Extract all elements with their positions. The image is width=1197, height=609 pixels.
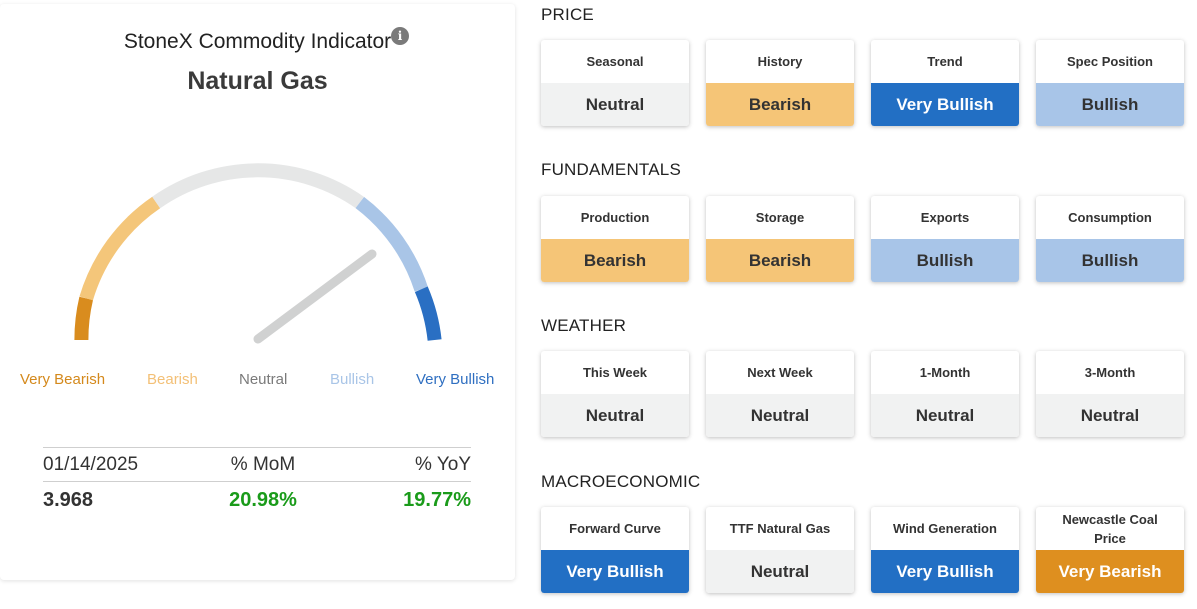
tile-label: Trend [927,54,963,69]
tile-value: Bearish [706,239,854,282]
tile-1-month[interactable]: 1-Month Neutral [871,351,1019,437]
tile-label: Wind Generation [893,521,997,536]
tile-label: TTF Natural Gas [729,521,831,536]
gauge-needle [253,249,377,344]
stats-mom-value: 20.98% [229,488,297,511]
tile-value: Neutral [706,394,854,437]
tile-value: Neutral [871,394,1019,437]
gauge-segment-bearish [79,196,161,301]
tile-value: Neutral [706,550,854,593]
tile-label: Next Week [747,365,813,380]
tile-newcastle-coal-price[interactable]: Newcastle Coal Price Very Bearish [1036,507,1184,593]
tile-storage[interactable]: Storage Bearish [706,196,854,282]
tile-value: Bullish [1036,239,1184,282]
tile-value: Bearish [706,83,854,126]
tile-consumption[interactable]: Consumption Bullish [1036,196,1184,282]
tile-value: Bullish [1036,83,1184,126]
stats-price: 3.968 [43,488,94,511]
gauge-label-very-bearish: Very Bearish [20,371,106,388]
tile-label: History [757,54,803,69]
stats-values-row: 3.968 20.98% 19.77% [43,482,471,518]
tile-3-month[interactable]: 3-Month Neutral [1036,351,1184,437]
gauge-segment-very-bullish [414,286,442,341]
tile-label: 1-Month [919,365,971,380]
tile-seasonal[interactable]: Seasonal Neutral [541,40,689,126]
tile-value: Very Bullish [541,550,689,593]
tile-value: Neutral [541,83,689,126]
tile-this-week[interactable]: This Week Neutral [541,351,689,437]
gauge-label-very-bullish: Very Bullish [416,371,495,388]
tile-wind-generation[interactable]: Wind Generation Very Bullish [871,507,1019,593]
tile-production[interactable]: Production Bearish [541,196,689,282]
tile-label: This Week [582,365,648,380]
section-title-weather: WEATHER [541,316,627,335]
tile-next-week[interactable]: Next Week Neutral [706,351,854,437]
price-stats: 01/14/2025 % MoM % YoY 3.968 20.98% 19.7… [43,447,471,518]
gauge-label-neutral: Neutral [239,371,288,388]
tile-trend[interactable]: Trend Very Bullish [871,40,1019,126]
gauge-segment-bullish [355,196,428,292]
tile-label: Storage [755,210,805,225]
tile-label: Consumption [1068,210,1152,225]
tile-value: Very Bullish [871,83,1019,126]
gauge-segment-neutral [152,163,364,209]
tile-label: Newcastle Coal Price [1062,511,1158,546]
gauge-label-bearish: Bearish [147,371,198,388]
tile-spec-position[interactable]: Spec Position Bullish [1036,40,1184,126]
tile-value: Bullish [871,239,1019,282]
tile-label: Spec Position [1067,54,1153,69]
gauge-label-bullish: Bullish [330,371,375,388]
tile-label: Exports [920,210,970,225]
tile-label: 3-Month [1084,365,1136,380]
stats-mom-label: % MoM [230,453,296,475]
stats-yoy-value: 19.77% [403,488,471,511]
indicator-card: StoneX Commodity Indicator i Natural Gas… [0,4,515,580]
tile-label: Forward Curve [569,521,661,536]
tile-label: Seasonal [586,54,644,69]
tile-exports[interactable]: Exports Bullish [871,196,1019,282]
section-title-macroeconomic: MACROECONOMIC [541,472,701,491]
tile-forward-curve[interactable]: Forward Curve Very Bullish [541,507,689,593]
stats-date: 01/14/2025 [43,453,139,475]
tile-value: Bearish [541,239,689,282]
tile-value: Neutral [1036,394,1184,437]
gauge-segment-very-bearish [74,296,94,341]
stats-header-row: 01/14/2025 % MoM % YoY [43,448,471,481]
tile-value: Very Bullish [871,550,1019,593]
tile-ttf-natural-gas[interactable]: TTF Natural Gas Neutral [706,507,854,593]
sentiment-gauge [74,163,442,344]
section-title-fundamentals: FUNDAMENTALS [541,160,681,179]
tile-value: Neutral [541,394,689,437]
section-title-price: PRICE [541,5,594,24]
stats-yoy-label: % YoY [415,453,471,475]
tile-history[interactable]: History Bearish [706,40,854,126]
tile-value: Very Bearish [1036,550,1184,593]
tile-label: Production [580,210,650,225]
